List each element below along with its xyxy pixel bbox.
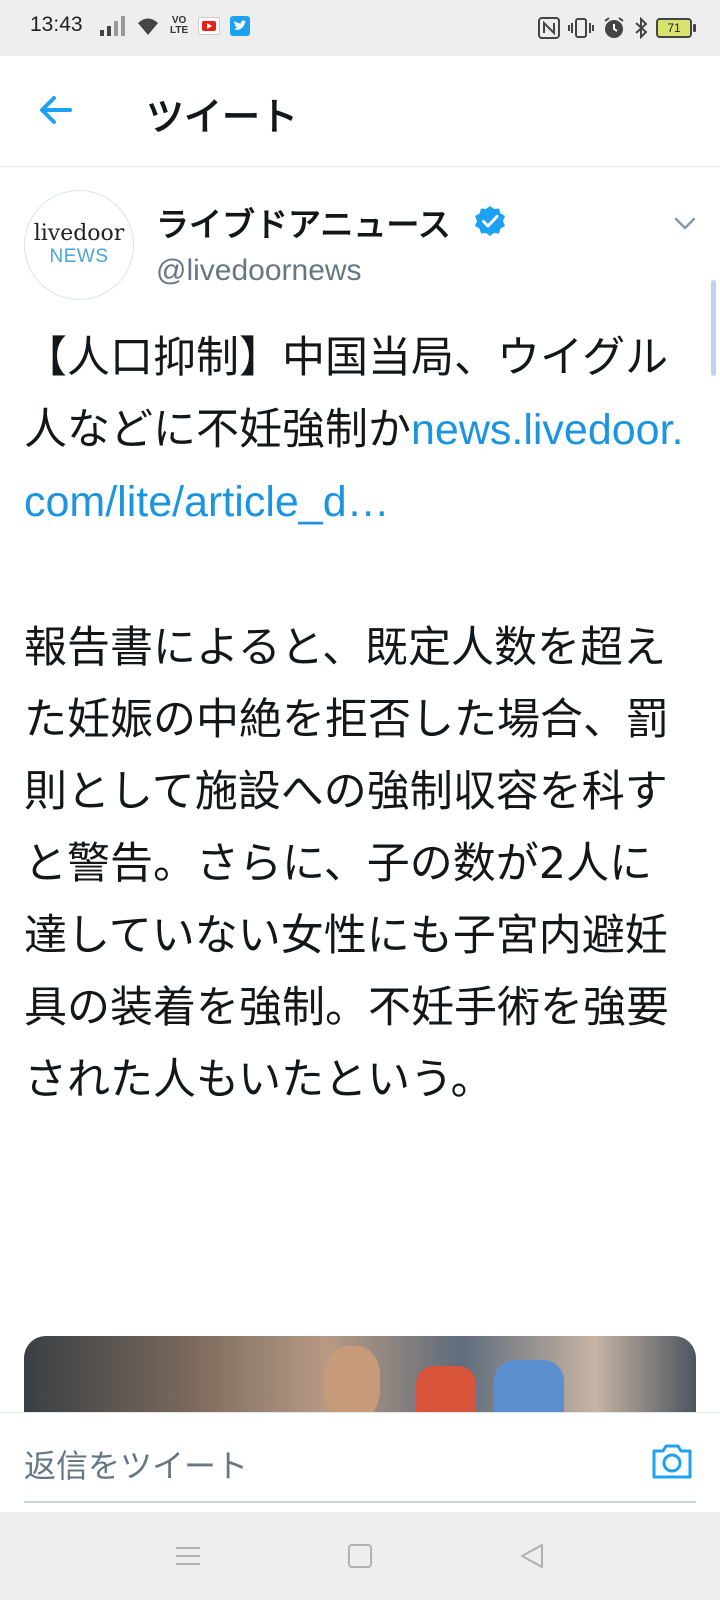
media-figure — [494, 1360, 564, 1416]
menu-icon[interactable] — [172, 1540, 204, 1572]
page-title: ツイート — [146, 95, 299, 139]
youtube-icon — [198, 17, 221, 35]
media-figure — [324, 1346, 380, 1416]
reply-bar: 返信をツイート — [0, 1412, 720, 1511]
home-icon[interactable] — [344, 1540, 376, 1572]
battery-icon: 71 — [656, 18, 696, 38]
bluetooth-icon — [635, 17, 648, 39]
status-right-icons: 71 — [538, 16, 696, 40]
reply-input[interactable]: 返信をツイート — [24, 1441, 248, 1487]
twitter-icon — [230, 16, 251, 36]
wifi-icon — [138, 18, 158, 35]
alarm-icon — [604, 17, 624, 38]
tweet-media-image[interactable] — [24, 1336, 696, 1416]
tweet-body: 報告書によると、既定人数を超えた妊娠の中絶を拒否した場合、罰則として施設への強制… — [24, 623, 669, 1105]
verified-badge-icon — [475, 206, 505, 236]
tweet-text: 【人口抑制】中国当局、ウイグル人などに不妊強制かnews.livedoor.co… — [24, 322, 694, 1116]
vibrate-icon — [568, 18, 594, 38]
chevron-down-icon[interactable] — [672, 210, 698, 236]
avatar[interactable]: livedoor NEWS — [24, 190, 134, 300]
scroll-indicator — [711, 280, 716, 376]
back-button[interactable] — [36, 90, 76, 130]
author-handle[interactable]: @livedoornews — [156, 254, 362, 288]
volte-label-bottom: LTE — [170, 25, 189, 36]
avatar-text-bottom: NEWS — [49, 246, 109, 267]
media-figure — [416, 1366, 476, 1416]
status-time: 13:43 — [30, 13, 83, 36]
reply-input-underline — [24, 1501, 696, 1503]
status-bar: 13:43 VO LTE 71 — [0, 0, 720, 56]
back-nav-icon[interactable] — [516, 1540, 548, 1572]
avatar-text-top: livedoor — [33, 221, 125, 246]
app-header: ツイート — [0, 56, 720, 167]
status-left-icons: VO LTE — [100, 16, 251, 36]
signal-icon — [100, 16, 125, 36]
author-name[interactable]: ライブドアニュース — [156, 198, 451, 246]
system-nav-bar — [0, 1512, 720, 1600]
nfc-icon — [538, 17, 560, 39]
volte-icon: VO LTE — [170, 16, 188, 36]
camera-icon[interactable] — [650, 1441, 694, 1481]
battery-level: 71 — [667, 21, 681, 35]
